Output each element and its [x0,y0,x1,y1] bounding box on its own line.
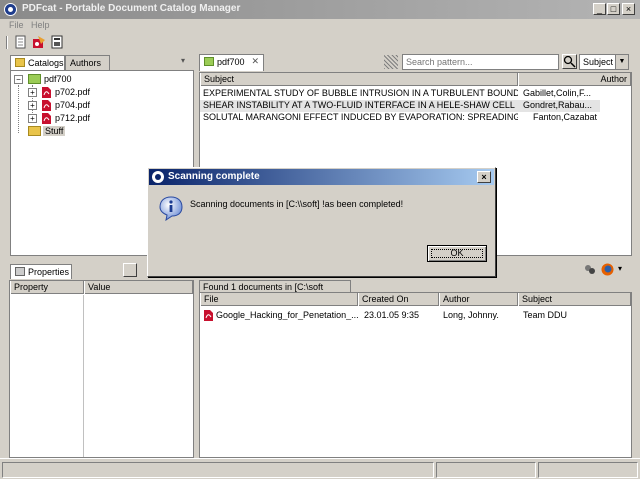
tab-pdf700[interactable]: pdf700 ✕ [199,54,264,71]
tree-item-label: p704.pdf [55,100,91,110]
view-menu-chevron-icon[interactable]: ▾ [618,264,622,273]
cell-subject: Team DDU [523,310,568,320]
maximize-button[interactable]: □ [607,3,620,15]
pdf-file-icon [42,113,51,124]
tab-properties[interactable]: Properties [10,264,72,279]
menu-help[interactable]: Help [31,20,50,30]
minimize-button[interactable]: _ [593,3,606,15]
expand-icon[interactable]: + [28,88,37,97]
cell-author: Long, Johnny. [443,310,499,320]
catalog-folder-icon [204,57,214,66]
cell-author: Fanton,Cazabat [533,112,598,122]
firefox-icon[interactable] [601,263,614,276]
cell-created-on: 23.01.05 9:35 [364,310,420,320]
catalog-folder-icon [28,74,41,84]
pdf-file-icon [204,310,213,321]
close-tab-icon[interactable]: ✕ [251,56,259,67]
ok-button[interactable]: OK [427,245,487,262]
col-results-subject[interactable]: Subject [518,293,631,306]
table-row[interactable]: SHEAR INSTABILITY AT A TWO-FLUID INTERFA… [200,100,600,112]
tree-item-label: pdf700 [44,74,72,84]
app-icon [152,171,164,183]
clear-search-icon[interactable] [384,55,398,69]
results-table: File Created On Author Subject Google_Ha… [199,292,632,458]
tab-pdf700-label: pdf700 [217,57,245,67]
tab-catalogs[interactable]: Catalogs [10,55,65,70]
categories-toggle-button[interactable] [123,263,137,277]
search-button[interactable] [562,54,577,69]
col-subject[interactable]: Subject [200,73,518,86]
col-created-on[interactable]: Created On [358,293,439,306]
expand-icon[interactable]: + [28,114,37,123]
menu-file[interactable]: File [9,20,24,30]
new-catalog-icon[interactable] [14,35,28,49]
view-menu-chevron-icon[interactable]: ▾ [181,56,185,65]
results-header: File Created On Author Subject [200,293,631,306]
search-field-value: Subject [583,57,614,67]
status-segment [538,462,638,478]
status-segment [2,462,434,478]
gears-icon[interactable] [584,264,596,275]
col-results-author[interactable]: Author [439,293,518,306]
expand-icon[interactable]: + [28,101,37,110]
col-author[interactable]: Author [518,73,631,86]
pdf-file-icon [42,100,51,111]
scanning-complete-dialog: Scanning complete × Scanning documents i… [147,167,496,277]
cell-author: Gabillet,Colin,F... [523,88,592,98]
properties-header: Property Value [10,281,193,294]
column-divider [83,295,84,457]
tree-item-label: p712.pdf [55,113,91,123]
dialog-title-bar[interactable]: Scanning complete × [149,169,494,185]
close-button[interactable]: × [622,3,635,15]
tab-catalogs-label: Catalogs [28,58,64,68]
tab-properties-label: Properties [28,267,70,277]
properties-icon[interactable] [50,35,64,49]
cell-subject: SHEAR INSTABILITY AT A TWO-FLUID INTERFA… [203,100,515,110]
window-title: PDFcat - Portable Document Catalog Manag… [22,3,241,14]
properties-tab-icon [15,267,25,276]
title-bar[interactable]: PDFcat - Portable Document Catalog Manag… [0,0,640,19]
cell-author: Gondret,Rabau... [523,100,593,110]
cell-subject: SOLUTAL MARANGONI EFFECT INDUCED BY EVAP… [203,112,518,122]
dialog-message: Scanning documents in [C:\\soft] !as bee… [190,199,404,209]
tree-line [18,85,19,133]
app-icon [4,3,17,16]
dialog-title: Scanning complete [168,171,260,182]
catalogs-folder-icon [15,58,25,67]
info-icon [159,196,183,221]
cell-file: Google_Hacking_for_Penetation_... [216,310,358,320]
collapse-icon[interactable]: − [14,75,23,84]
menu-bar: File Help [0,19,640,33]
pdf-file-icon [42,87,51,98]
properties-table: Property Value [9,280,194,458]
col-value[interactable]: Value [84,281,193,294]
status-bar [0,458,640,479]
col-property[interactable]: Property [10,281,84,294]
cell-subject: EXPERIMENTAL STUDY OF BUBBLE INTRUSION I… [203,88,518,98]
tab-authors[interactable]: Authors [65,55,110,70]
toolbar-separator [6,36,8,49]
search-input[interactable] [402,54,559,70]
app-window: PDFcat - Portable Document Catalog Manag… [0,0,640,479]
tree-item-label: Stuff [43,126,66,136]
search-icon [563,55,576,68]
tab-authors-label: Authors [70,58,102,68]
chevron-down-icon: ▼ [615,55,628,69]
documents-list-header: Subject Author [200,73,631,86]
table-row[interactable]: Google_Hacking_for_Penetation_... 23.01.… [200,310,631,323]
status-segment [436,462,536,478]
search-field-select[interactable]: Subject ▼ [579,54,629,70]
dialog-close-button[interactable]: × [477,171,491,183]
table-row[interactable]: SOLUTAL MARANGONI EFFECT INDUCED BY EVAP… [200,112,631,124]
scan-icon[interactable] [32,35,46,49]
folder-icon [28,126,41,136]
col-file[interactable]: File [200,293,358,306]
toolbar [0,33,640,52]
table-row[interactable]: EXPERIMENTAL STUDY OF BUBBLE INTRUSION I… [200,88,631,100]
left-tabstrip: Catalogs Authors ▾ [9,53,196,70]
tree-item-label: p702.pdf [55,87,91,97]
